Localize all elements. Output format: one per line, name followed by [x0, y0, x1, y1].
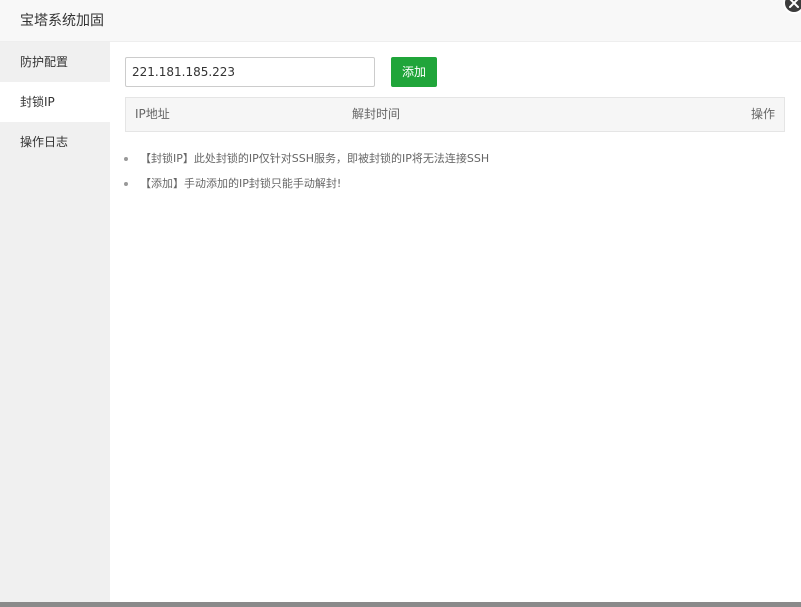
- bullet-icon: [124, 182, 128, 186]
- bullet-icon: [124, 157, 128, 161]
- list-item: 【添加】手动添加的IP封锁只能手动解封!: [110, 174, 790, 199]
- blocked-ip-table: IP地址 解封时间 操作: [125, 97, 785, 132]
- sidebar-item-label: 防护配置: [20, 55, 69, 69]
- dialog-title: 宝塔系统加固: [20, 13, 104, 29]
- add-button[interactable]: 添加: [391, 57, 437, 87]
- note-text: 【添加】手动添加的IP封锁只能手动解封!: [140, 177, 342, 190]
- dialog-header: 宝塔系统加固: [0, 0, 801, 42]
- column-header-actions: 操作: [750, 107, 775, 121]
- sidebar-item-label: 封锁IP: [20, 95, 55, 109]
- column-header-ip: IP地址: [135, 107, 170, 121]
- sidebar-item-operation-log[interactable]: 操作日志: [0, 122, 110, 162]
- note-text: 【封锁IP】此处封锁的IP仅针对SSH服务，即被封锁的IP将无法连接SSH: [140, 152, 490, 165]
- sidebar-item-protection-config[interactable]: 防护配置: [0, 42, 110, 82]
- sidebar: 防护配置 封锁IP 操作日志: [0, 42, 110, 602]
- main-content: 添加 IP地址 解封时间 操作 【封锁IP】此处封锁的IP仅针对SSH服务，即被…: [110, 42, 801, 602]
- help-notes: 【封锁IP】此处封锁的IP仅针对SSH服务，即被封锁的IP将无法连接SSH 【添…: [110, 149, 790, 199]
- backdrop-strip: [0, 602, 801, 607]
- column-header-unblock-time: 解封时间: [352, 107, 401, 121]
- hardening-dialog: 宝塔系统加固 防护配置 封锁IP 操作日志 添加 IP地址 解封时间 操作 【封…: [0, 0, 801, 602]
- list-item: 【封锁IP】此处封锁的IP仅针对SSH服务，即被封锁的IP将无法连接SSH: [110, 149, 790, 174]
- sidebar-item-label: 操作日志: [20, 135, 69, 149]
- ip-input[interactable]: [125, 57, 375, 87]
- sidebar-item-block-ip[interactable]: 封锁IP: [0, 82, 110, 122]
